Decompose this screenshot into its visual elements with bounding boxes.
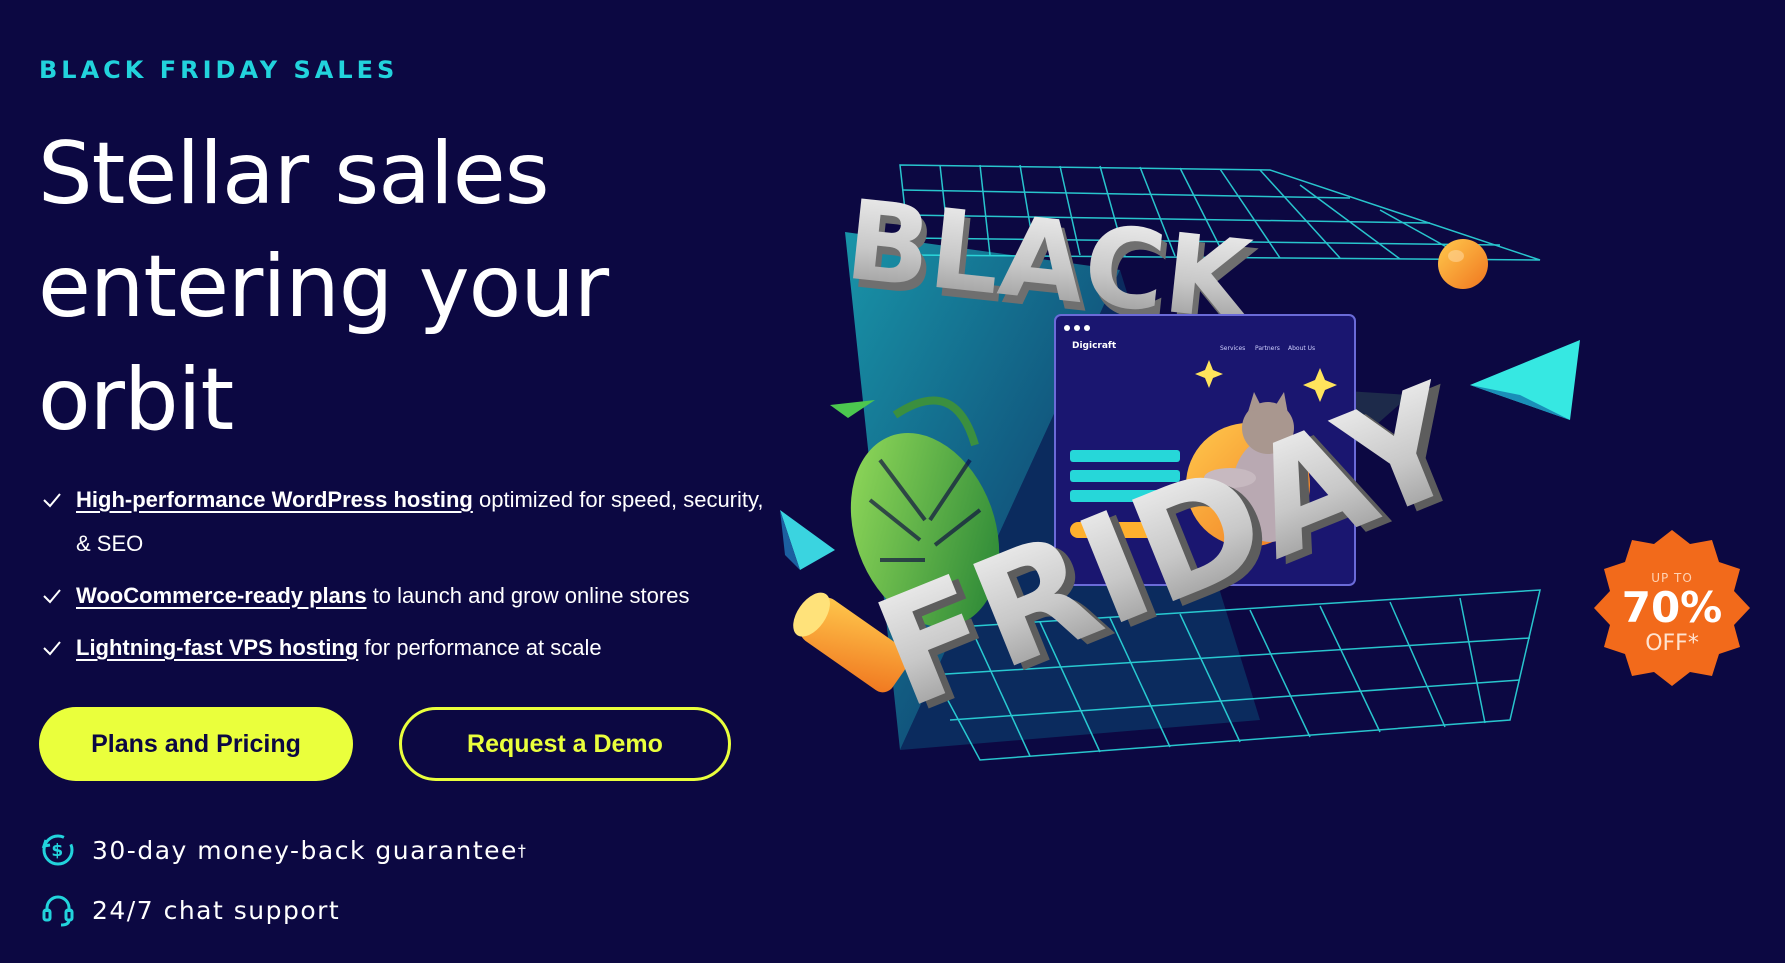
dollar-refund-icon: $	[41, 834, 74, 866]
woocommerce-plans-link[interactable]: WooCommerce-ready plans	[76, 583, 367, 608]
money-back-guarantee: $ 30-day money-back guarantee †	[40, 832, 527, 868]
headline-line: entering your	[38, 237, 609, 337]
chat-support: 24/7 chat support	[40, 892, 340, 928]
vps-hosting-link[interactable]: Lightning-fast VPS hosting	[76, 635, 358, 660]
mockup-nav-item: About Us	[1288, 345, 1315, 352]
eyebrow-label: BLACK FRIDAY SALES	[39, 56, 399, 84]
feature-list: High-performance WordPress hosting optim…	[40, 478, 780, 678]
feature-item: Lightning-fast VPS hosting for performan…	[40, 626, 780, 670]
headline-line: Stellar sales	[38, 124, 550, 224]
check-icon	[43, 641, 61, 656]
page-title: Stellar sales entering your orbit	[38, 118, 738, 457]
support-text: 24/7 chat support	[92, 895, 341, 925]
mockup-nav-item: Services	[1220, 345, 1245, 352]
badge-bottom-text: OFF*	[1645, 631, 1699, 656]
feature-item: High-performance WordPress hosting optim…	[40, 478, 780, 566]
check-icon	[43, 589, 61, 604]
mockup-nav-item: Partners	[1255, 345, 1280, 352]
feature-text: to launch and grow online stores	[366, 583, 690, 608]
dagger-mark: †	[517, 840, 528, 860]
badge-value-text: 70%	[1622, 583, 1723, 632]
mockup-brand: Digicraft	[1072, 341, 1117, 351]
feature-text: for performance at scale	[358, 635, 602, 660]
guarantee-text: 30-day money-back guarantee	[92, 835, 518, 865]
wordpress-hosting-link[interactable]: High-performance WordPress hosting	[76, 487, 473, 512]
headline-line: orbit	[38, 350, 234, 450]
request-demo-button[interactable]: Request a Demo	[399, 707, 731, 781]
check-icon	[43, 493, 61, 508]
discount-badge: UP TO 70% OFF*	[1594, 530, 1750, 686]
black-friday-illustration: BLACK BLACK Digicraft Services Partners …	[780, 164, 1750, 761]
svg-text:$: $	[51, 841, 64, 861]
feature-item: WooCommerce-ready plans to launch and gr…	[40, 574, 780, 618]
headset-icon	[42, 895, 74, 927]
plans-and-pricing-button[interactable]: Plans and Pricing	[39, 707, 353, 781]
